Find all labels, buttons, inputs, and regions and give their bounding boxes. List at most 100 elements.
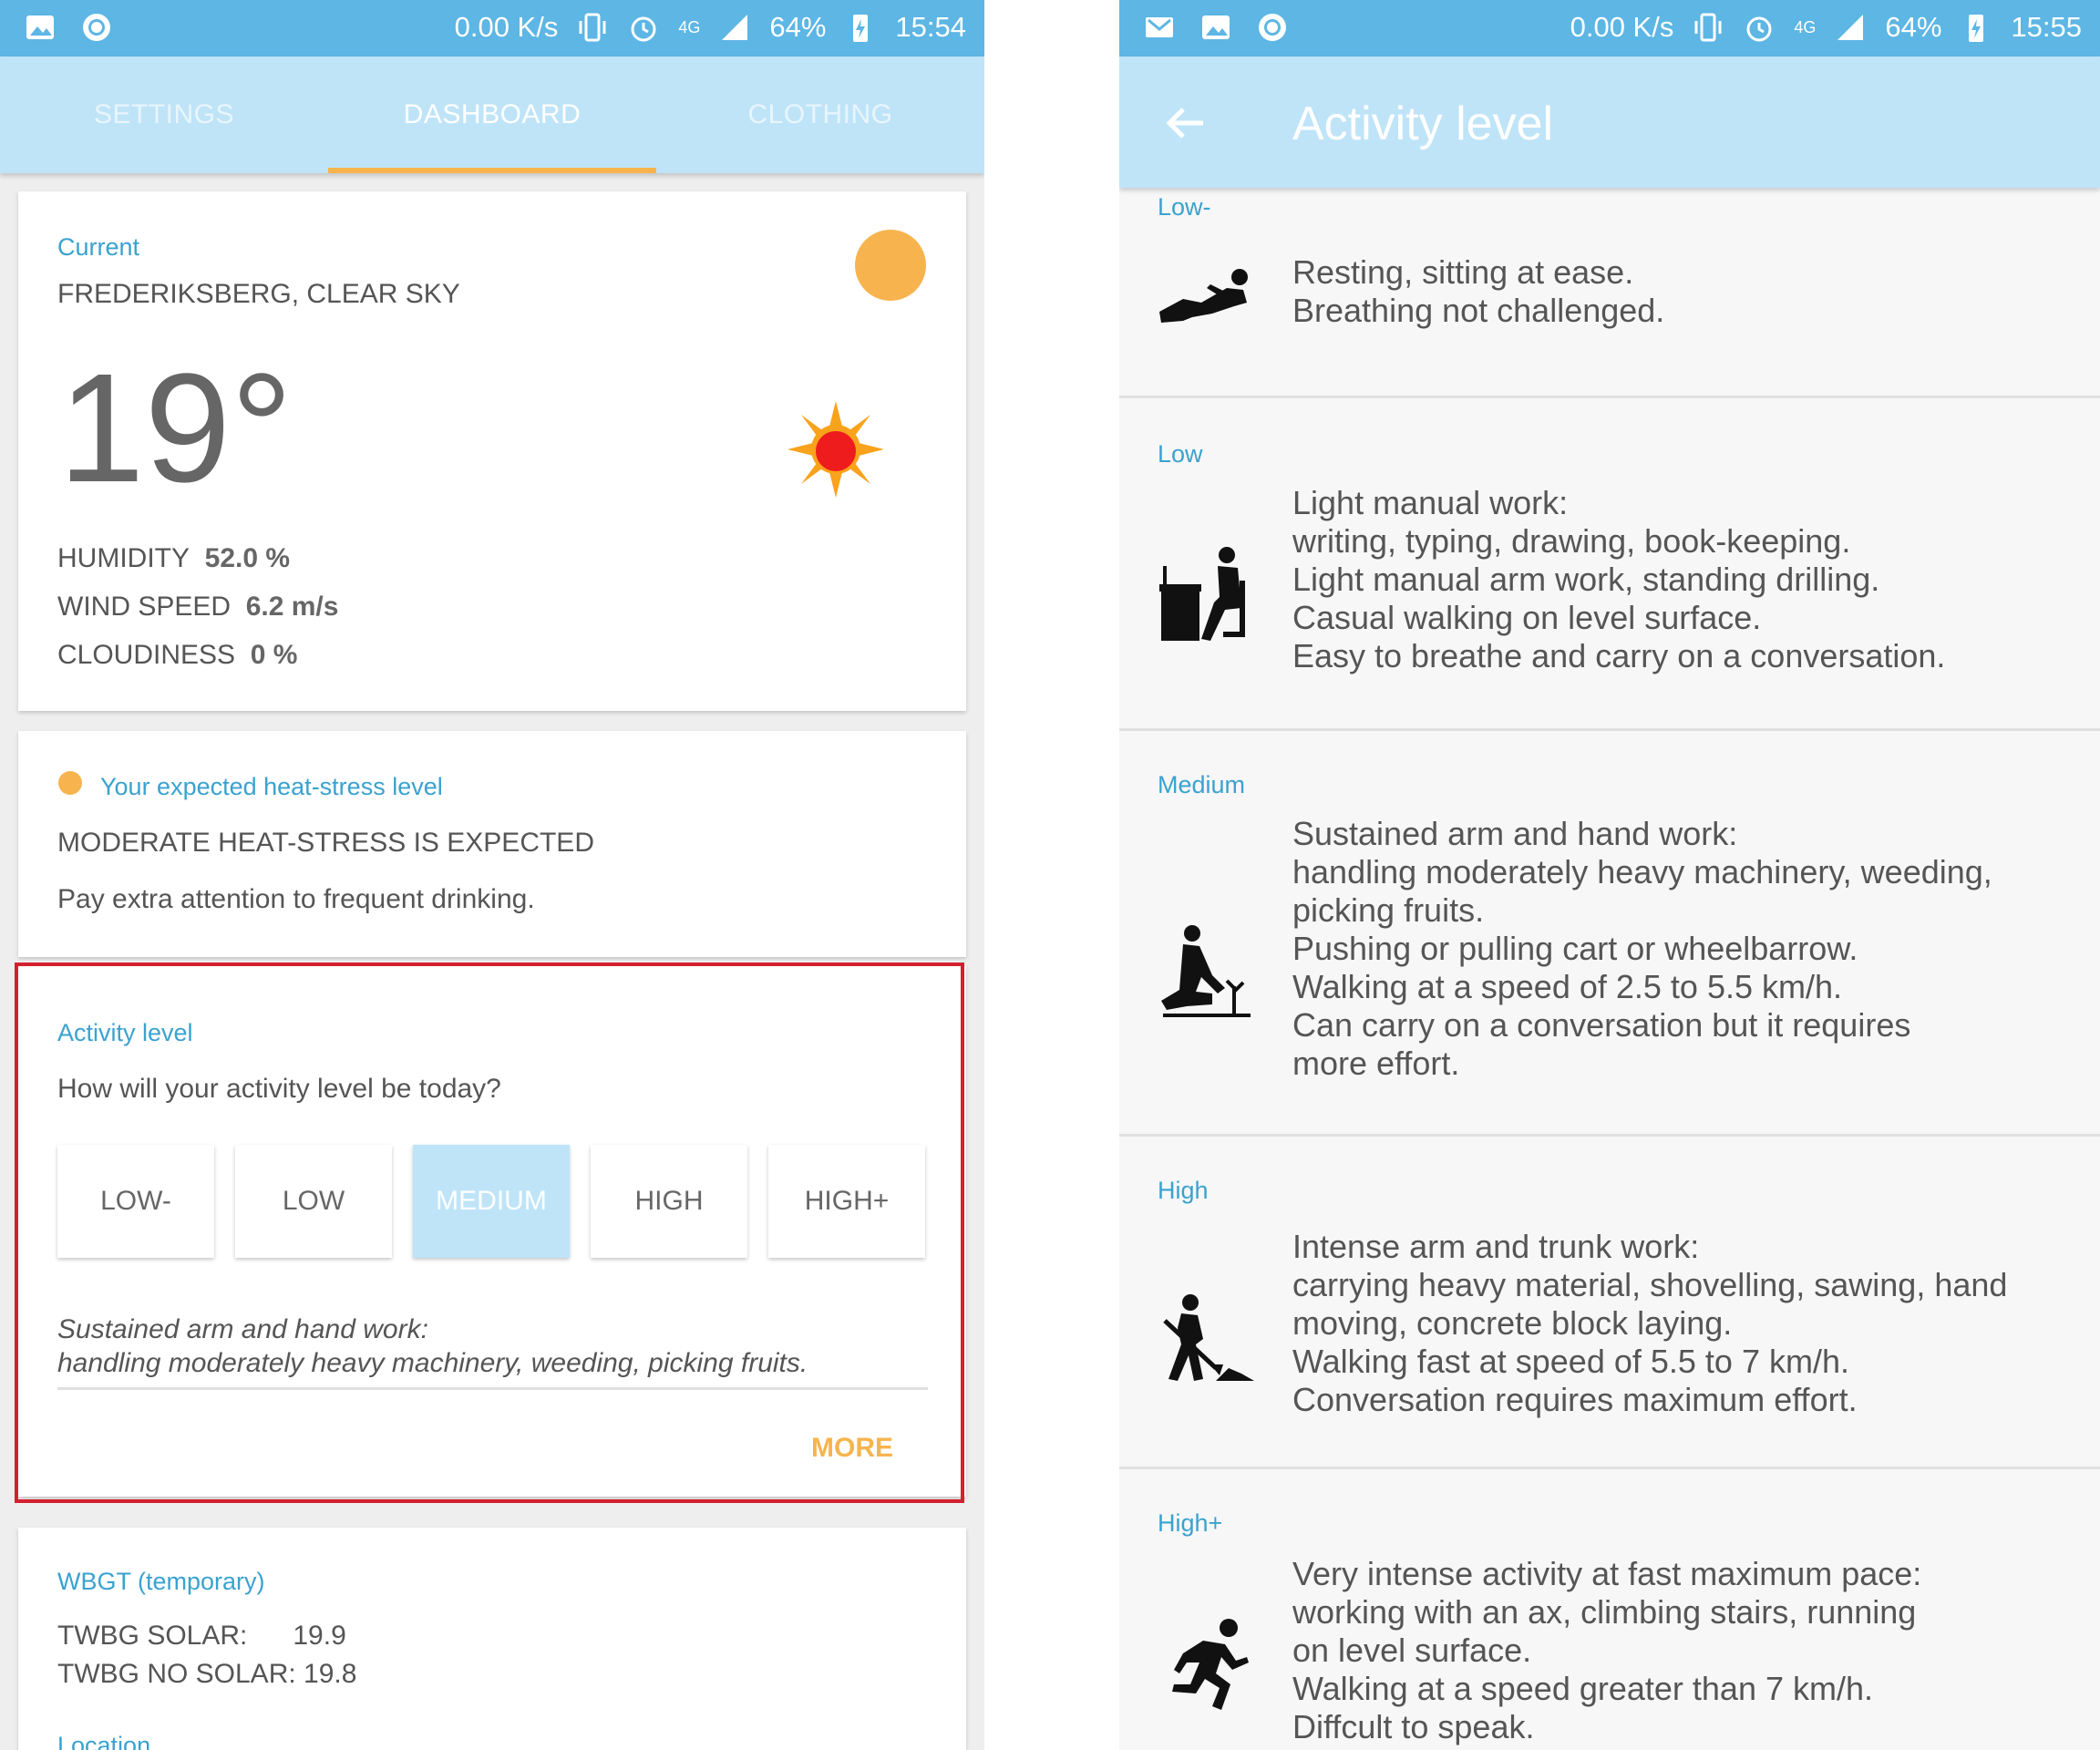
description-line: Light manual work: bbox=[1292, 484, 1569, 521]
twbg-no-solar-value: 19.8 bbox=[304, 1659, 357, 1689]
clock: 15:54 bbox=[895, 11, 966, 43]
description-line: Walking at a speed greater than 7 km/h. bbox=[1292, 1670, 1874, 1707]
wind-label: WIND SPEED bbox=[57, 592, 232, 622]
cloudiness-value: 0 % bbox=[250, 640, 298, 670]
twbg-no-solar-label: TWBG NO SOLAR: bbox=[57, 1659, 296, 1689]
section-description: Intense arm and trunk work: carrying hea… bbox=[1292, 1228, 2082, 1419]
description-line: Pushing or pulling cart or wheelbarrow. bbox=[1292, 930, 1858, 967]
heat-stress-advice: Pay extra attention to frequent drinking… bbox=[57, 884, 535, 914]
activity-card-title: Activity level bbox=[57, 1019, 193, 1046]
section-description: Light manual work: writing, typing, draw… bbox=[1292, 484, 2082, 675]
network-type: 4G bbox=[678, 17, 701, 36]
section-title: Low- bbox=[1158, 193, 1211, 221]
section-title: Medium bbox=[1158, 771, 1246, 798]
status-indicator-dot bbox=[855, 230, 926, 301]
activity-option-medium[interactable]: MEDIUM bbox=[413, 1145, 570, 1258]
section-description: Very intense activity at fast maximum pa… bbox=[1292, 1555, 2082, 1746]
gmail-notification-icon bbox=[1143, 11, 1176, 44]
circle-notification-icon bbox=[1256, 11, 1289, 44]
shoveling-person-icon bbox=[1156, 1292, 1256, 1392]
description-line: more effort. bbox=[1292, 1045, 1460, 1082]
location-condition: FREDERIKSBERG, CLEAR SKY bbox=[57, 279, 460, 309]
twbg-solar-label: TWBG SOLAR: bbox=[57, 1621, 248, 1651]
activity-section-low-minus: Low- Resting, sitting at ease. Breathing… bbox=[1119, 188, 2100, 398]
section-title: Low bbox=[1158, 440, 1203, 468]
description-line: Intense arm and trunk work: bbox=[1292, 1228, 1700, 1265]
twbg-no-solar-row: TWBG NO SOLAR: 19.8 bbox=[57, 1659, 356, 1690]
description-line: Easy to breathe and carry on a conversat… bbox=[1292, 637, 1946, 674]
activity-option-high[interactable]: HIGH bbox=[591, 1145, 747, 1258]
description-line: Casual walking on level surface. bbox=[1292, 599, 1762, 636]
activity-question: How will your activity level be today? bbox=[57, 1074, 501, 1104]
app-bar: Activity level bbox=[1119, 57, 2100, 188]
clock: 15:55 bbox=[2011, 11, 2082, 43]
description-line: Walking fast at speed of 5.5 to 7 km/h. bbox=[1292, 1343, 1849, 1380]
alarm-icon bbox=[627, 11, 660, 44]
vibrate-icon bbox=[1692, 11, 1724, 44]
network-speed: 0.00 K/s bbox=[454, 11, 559, 43]
back-arrow-icon[interactable] bbox=[1163, 100, 1209, 146]
activity-section-high: High Intense arm and trunk work: carryin… bbox=[1119, 1137, 2100, 1469]
heat-stress-title: Your expected heat-stress level bbox=[100, 773, 443, 800]
network-type: 4G bbox=[1794, 17, 1817, 36]
circle-notification-icon bbox=[80, 11, 113, 44]
battery-percent: 64% bbox=[1885, 11, 1942, 43]
description-line: Resting, sitting at ease. bbox=[1292, 253, 1634, 291]
section-description: Sustained arm and hand work: handling mo… bbox=[1292, 815, 2082, 1083]
tab-settings[interactable]: SETTINGS bbox=[0, 57, 328, 173]
activity-option-low[interactable]: LOW bbox=[235, 1145, 392, 1258]
current-card-title: Current bbox=[57, 233, 140, 261]
activity-level-screen: 0.00 K/s 4G 64% 15:55 Activity level Low… bbox=[1119, 0, 2100, 1750]
running-person-icon bbox=[1156, 1615, 1256, 1715]
dashboard-screen: 0.00 K/s 4G 64% 15:54 SETTINGS DASHBOARD… bbox=[0, 0, 984, 1750]
cloudiness-label: CLOUDINESS bbox=[57, 640, 236, 670]
heat-stress-level: MODERATE HEAT-STRESS IS EXPECTED bbox=[57, 828, 594, 858]
activity-section-medium: Medium Sustained arm and hand work: hand… bbox=[1119, 731, 2100, 1137]
current-weather-card: Current FREDERIKSBERG, CLEAR SKY 19° HUM… bbox=[18, 191, 966, 711]
location-section-title: Location bbox=[57, 1732, 151, 1750]
description-line: Walking at a speed of 2.5 to 5.5 km/h. bbox=[1292, 968, 1842, 1005]
cloudiness-row: CLOUDINESS 0 % bbox=[57, 640, 297, 671]
alarm-icon bbox=[1743, 11, 1776, 44]
activity-section-low: Low Light manual work: writing, typing, … bbox=[1119, 398, 2100, 731]
activity-description: Sustained arm and hand work: handling mo… bbox=[57, 1312, 808, 1380]
description-line: Sustained arm and hand work: bbox=[1292, 815, 1738, 852]
image-notification-icon bbox=[24, 11, 57, 44]
humidity-row: HUMIDITY 52.0 % bbox=[57, 543, 290, 574]
section-title: High+ bbox=[1158, 1509, 1223, 1537]
resting-person-icon bbox=[1156, 257, 1256, 357]
description-line: on level surface. bbox=[1292, 1632, 1532, 1669]
tab-dashboard[interactable]: DASHBOARD bbox=[328, 57, 656, 173]
activity-option-low-minus[interactable]: LOW- bbox=[57, 1145, 214, 1258]
description-line: handling moderately heavy machinery, wee… bbox=[1292, 853, 1992, 890]
more-button[interactable]: MORE bbox=[811, 1433, 893, 1464]
heat-stress-card: Your expected heat-stress level MODERATE… bbox=[18, 731, 966, 957]
tab-indicator bbox=[328, 168, 656, 173]
activity-section-high-plus: High+ Very intense activity at fast maxi… bbox=[1119, 1469, 2100, 1750]
heat-stress-dot bbox=[58, 771, 82, 795]
section-description: Resting, sitting at ease. Breathing not … bbox=[1292, 253, 2082, 330]
image-notification-icon bbox=[1199, 11, 1232, 44]
section-title: High bbox=[1158, 1177, 1209, 1204]
description-line: Can carry on a conversation but it requi… bbox=[1292, 1006, 1911, 1044]
activity-option-high-plus[interactable]: HIGH+ bbox=[768, 1145, 925, 1258]
temperature: 19° bbox=[58, 342, 293, 515]
description-line: Conversation requires maximum effort. bbox=[1292, 1381, 1858, 1418]
tab-clothing[interactable]: CLOTHING bbox=[656, 57, 984, 173]
status-bar: 0.00 K/s 4G 64% 15:55 bbox=[1119, 0, 2100, 57]
description-line: Very intense activity at fast maximum pa… bbox=[1292, 1555, 1922, 1592]
status-bar: 0.00 K/s 4G 64% 15:54 bbox=[0, 0, 984, 57]
page-title: Activity level bbox=[1292, 98, 1554, 150]
activity-description-line-2: handling moderately heavy machinery, wee… bbox=[57, 1348, 808, 1378]
divider bbox=[57, 1387, 928, 1390]
wind-value: 6.2 m/s bbox=[245, 592, 339, 622]
battery-charging-icon bbox=[1960, 11, 1992, 44]
description-line: carrying heavy material, shovelling, saw… bbox=[1292, 1266, 2008, 1303]
humidity-label: HUMIDITY bbox=[57, 543, 190, 573]
network-speed: 0.00 K/s bbox=[1570, 11, 1674, 43]
description-line: Breathing not challenged. bbox=[1292, 292, 1665, 329]
humidity-value: 52.0 % bbox=[204, 543, 291, 573]
wbgt-title: WBGT (temporary) bbox=[57, 1568, 265, 1595]
desk-worker-icon bbox=[1156, 544, 1256, 644]
vibrate-icon bbox=[576, 11, 609, 44]
